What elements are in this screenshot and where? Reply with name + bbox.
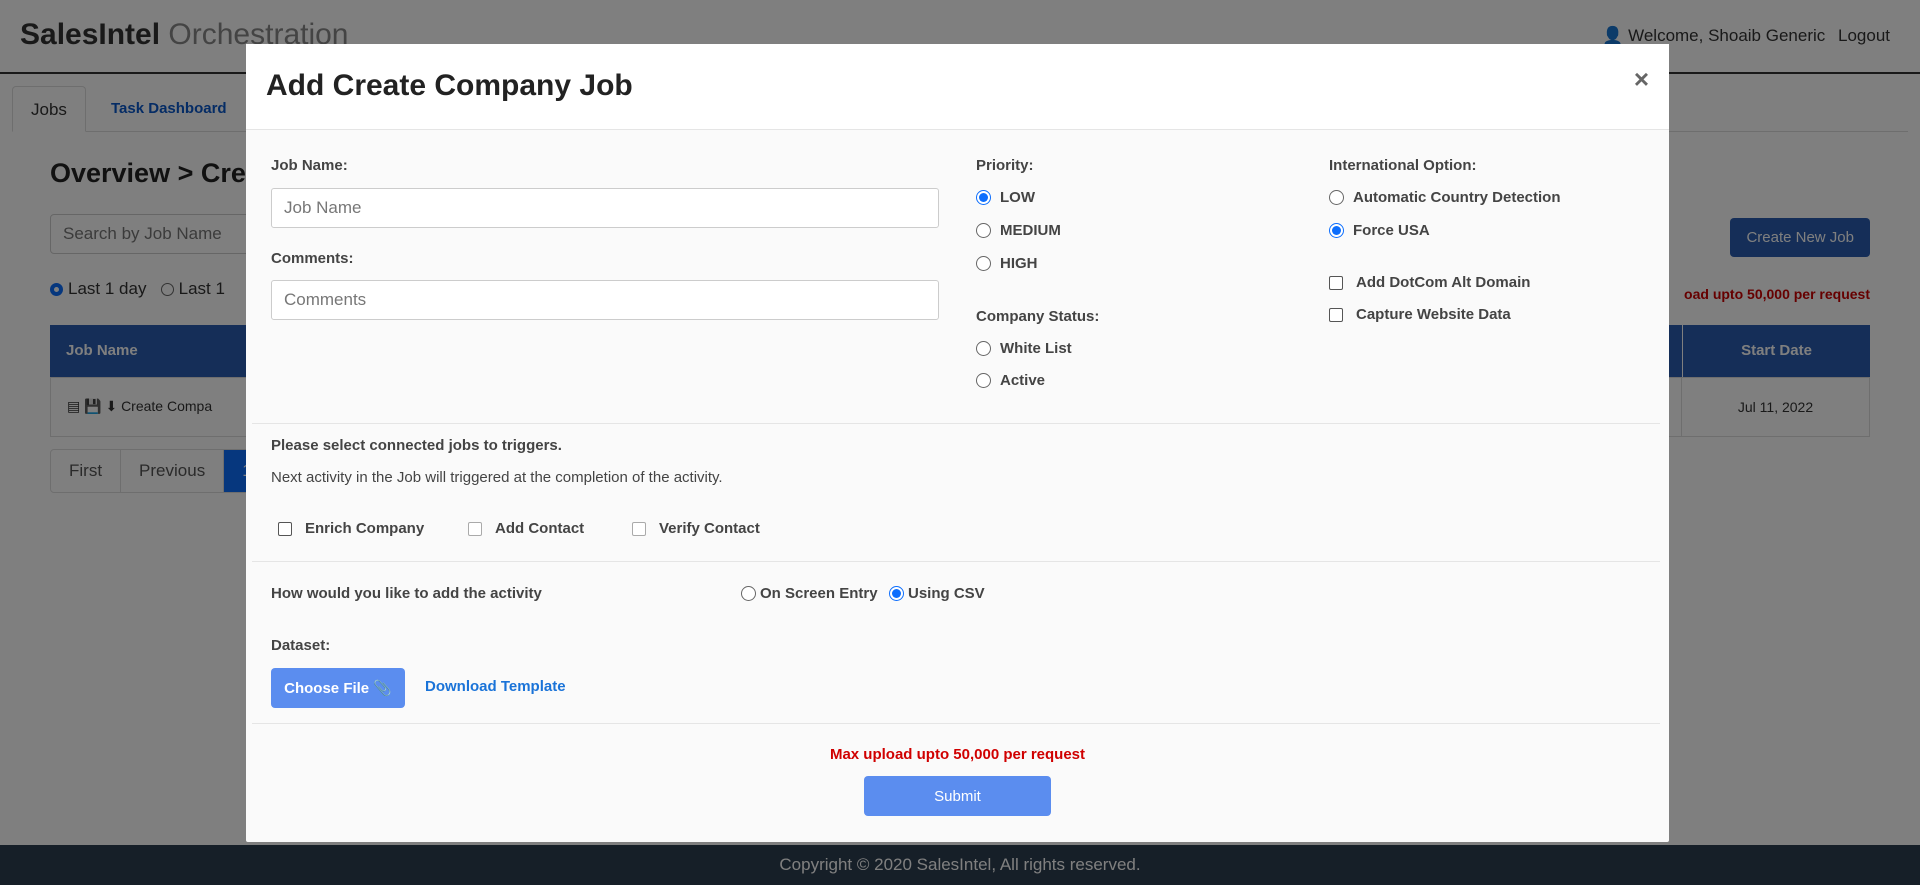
connected-jobs-note: Next activity in the Job will triggered … xyxy=(271,469,723,486)
connected-jobs-title: Please select connected jobs to triggers… xyxy=(271,437,562,454)
intl-auto-detect-radio[interactable] xyxy=(1329,190,1344,205)
international-label: International Option: xyxy=(1329,157,1477,174)
modal-header: Add Create Company Job × xyxy=(246,44,1669,130)
intl-auto-detect-option[interactable]: Automatic Country Detection xyxy=(1329,189,1561,206)
on-screen-entry-option[interactable]: On Screen Entry xyxy=(741,585,878,602)
close-icon[interactable]: × xyxy=(1634,64,1649,95)
add-dotcom-checkbox[interactable] xyxy=(1329,275,1343,290)
enrich-company-checkbox[interactable] xyxy=(278,521,292,536)
section-divider xyxy=(252,723,1660,724)
add-contact-option[interactable]: Add Contact xyxy=(468,520,584,537)
company-status-label: Company Status: xyxy=(976,308,1100,325)
job-name-label: Job Name: xyxy=(271,157,348,174)
using-csv-radio[interactable] xyxy=(889,586,904,601)
max-upload-note: Max upload upto 50,000 per request xyxy=(829,746,1086,763)
capture-website-checkbox[interactable] xyxy=(1329,307,1343,322)
priority-low-option[interactable]: LOW xyxy=(976,189,1035,206)
job-name-input[interactable] xyxy=(271,188,939,228)
capture-website-option[interactable]: Capture Website Data xyxy=(1329,306,1511,323)
using-csv-option[interactable]: Using CSV xyxy=(889,585,985,602)
dataset-label: Dataset: xyxy=(271,637,331,654)
priority-medium-radio[interactable] xyxy=(976,223,991,238)
status-white-list-option[interactable]: White List xyxy=(976,340,1072,357)
status-active-option[interactable]: Active xyxy=(976,372,1045,389)
priority-label: Priority: xyxy=(976,157,1034,174)
section-divider xyxy=(252,423,1660,424)
status-white-list-radio[interactable] xyxy=(976,341,991,356)
on-screen-entry-radio[interactable] xyxy=(741,586,756,601)
status-active-radio[interactable] xyxy=(976,373,991,388)
paperclip-icon: 📎 xyxy=(373,680,392,697)
comments-input[interactable] xyxy=(271,280,939,320)
submit-button[interactable]: Submit xyxy=(864,776,1051,816)
priority-high-option[interactable]: HIGH xyxy=(976,255,1038,272)
download-template-link[interactable]: Download Template xyxy=(425,678,566,695)
enrich-company-option[interactable]: Enrich Company xyxy=(278,520,424,537)
verify-contact-checkbox[interactable] xyxy=(632,521,646,536)
priority-low-radio[interactable] xyxy=(976,190,991,205)
add-company-job-modal: Add Create Company Job × Job Name: Comme… xyxy=(246,44,1669,842)
priority-medium-option[interactable]: MEDIUM xyxy=(976,222,1061,239)
priority-high-radio[interactable] xyxy=(976,256,991,271)
modal-title: Add Create Company Job xyxy=(266,69,633,102)
add-contact-checkbox[interactable] xyxy=(468,521,482,536)
choose-file-button[interactable]: Choose File 📎 xyxy=(271,668,405,708)
comments-label: Comments: xyxy=(271,250,354,267)
activity-question: How would you like to add the activity xyxy=(271,585,542,602)
verify-contact-option[interactable]: Verify Contact xyxy=(632,520,760,537)
intl-force-usa-radio[interactable] xyxy=(1329,223,1344,238)
add-dotcom-option[interactable]: Add DotCom Alt Domain xyxy=(1329,274,1530,291)
section-divider xyxy=(252,561,1660,562)
intl-force-usa-option[interactable]: Force USA xyxy=(1329,222,1430,239)
